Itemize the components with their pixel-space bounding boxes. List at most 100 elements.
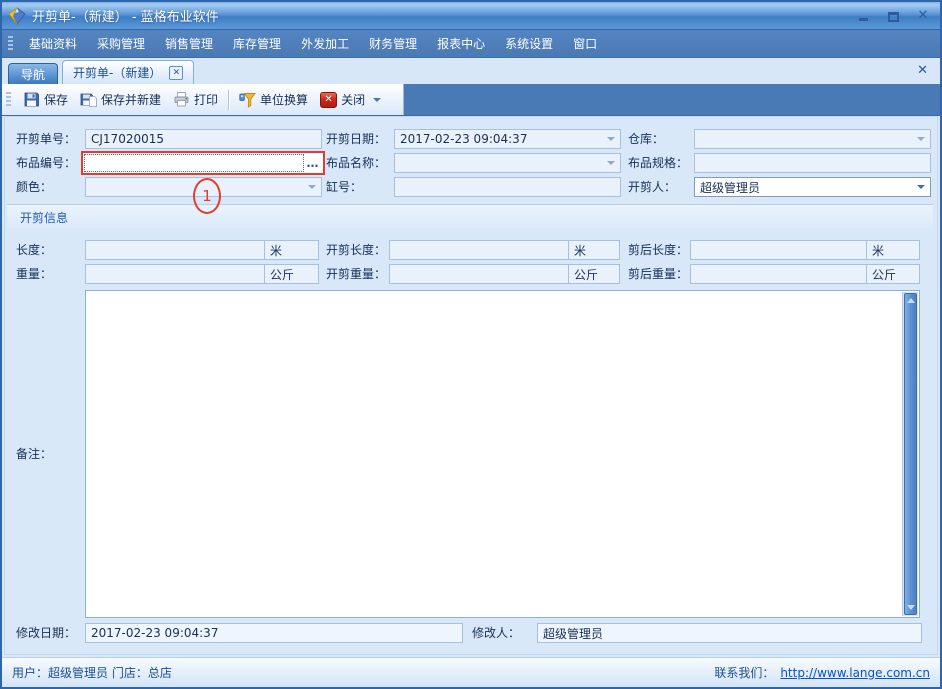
menu-purchase[interactable]: 采购管理 [87,31,155,56]
tab-cut-order[interactable]: 开剪单-（新建） ✕ [62,60,194,84]
print-button[interactable]: 打印 [167,88,224,111]
cut-info-section-title: 开剪信息 [20,209,68,226]
close-form-button[interactable]: ✕ 关闭 [314,88,387,111]
chevron-down-icon[interactable] [917,185,925,189]
cut-date-field[interactable]: 2017-02-23 09:04:37 [394,129,621,149]
save-button-label: 保存 [44,91,68,108]
unit-convert-button-label: 单位换算 [260,91,308,108]
menu-reports[interactable]: 报表中心 [427,31,495,56]
vat-no-field[interactable] [394,177,621,197]
fabric-no-field-highlighted[interactable]: … [81,151,325,175]
fabric-no-label: 布品编号： [16,153,76,173]
tab-cut-order-label: 开剪单-（新建） [73,64,161,81]
warehouse-select[interactable] [694,129,931,149]
save-and-new-icon [80,91,97,108]
menu-basic-data[interactable]: 基础资料 [19,31,87,56]
after-weight-label: 剪后重量： [628,264,688,284]
fabric-no-input[interactable] [84,154,304,172]
toolbar-grip-icon [6,92,11,108]
weight-label: 重量： [16,264,52,284]
fabric-spec-field[interactable] [694,153,931,173]
unit-convert-icon [239,91,256,108]
save-icon [23,91,40,108]
app-window: 开剪单-（新建） - 蓝格布业软件 ✕ 基础资料 采购管理 销售管理 库存管理 … [0,0,942,689]
window-title: 开剪单-（新建） - 蓝格布业软件 [32,6,856,25]
tab-close-icon[interactable]: ✕ [169,66,183,80]
titlebar: 开剪单-（新建） - 蓝格布业软件 ✕ [2,2,940,30]
after-weight-unit-box: 公斤 [866,264,920,284]
save-and-new-button-label: 保存并新建 [101,91,161,108]
menu-finance[interactable]: 财务管理 [359,31,427,56]
maximize-icon [888,12,899,22]
cutter-select[interactable]: 超级管理员 [694,177,931,197]
cut-length-unit-box: 米 [568,240,620,260]
cutter-label: 开剪人： [628,177,676,197]
warehouse-label: 仓库： [628,129,664,149]
chevron-down-icon[interactable] [308,185,316,189]
cutter-value: 超级管理员 [700,179,760,196]
scroll-up-icon[interactable] [907,298,915,303]
cut-date-value: 2017-02-23 09:04:37 [400,132,527,146]
chevron-down-icon[interactable] [607,137,615,141]
tabstrip-close-icon[interactable]: ✕ [917,63,928,78]
cut-date-label: 开剪日期： [326,129,386,149]
status-bar: 用户：超级管理员 门店：总店 联系我们： http://www.lange.co… [2,657,940,687]
after-length-label: 剪后长度： [628,240,688,260]
tab-navigation[interactable]: 导航 [8,63,58,84]
modify-date-label: 修改日期： [16,623,76,643]
cut-weight-unit-box: 公斤 [568,264,620,284]
remark-label: 备注： [16,444,52,464]
close-form-button-label: 关闭 [341,91,365,108]
after-weight-field[interactable] [690,264,867,284]
length-label: 长度： [16,240,52,260]
length-field[interactable] [85,240,265,260]
cut-weight-field[interactable] [389,264,569,284]
modify-date-value: 2017-02-23 09:04:37 [91,626,218,640]
menu-bar: 基础资料 采购管理 销售管理 库存管理 外发加工 财务管理 报表中心 系统设置 … [2,30,940,58]
length-unit-box: 米 [264,240,319,260]
minimize-icon [859,18,868,21]
menu-inventory[interactable]: 库存管理 [223,31,291,56]
vat-no-label: 缸号： [326,177,362,197]
contact-us-label: 联系我们： [714,664,774,681]
annotation-marker-1: 1 [193,178,221,214]
modifier-field: 超级管理员 [537,623,922,643]
scroll-down-icon[interactable] [907,605,915,610]
cut-order-form: 开剪单号： CJ17020015 开剪日期： 2017-02-23 09:04:… [2,116,940,657]
contact-us-link[interactable]: http://www.lange.com.cn [780,666,930,680]
menu-sales[interactable]: 销售管理 [155,31,223,56]
color-label: 颜色： [16,177,52,197]
chevron-down-icon[interactable] [373,98,381,102]
menu-outsourcing[interactable]: 外发加工 [291,31,359,56]
save-button[interactable]: 保存 [17,88,74,111]
toolbar-separator [228,90,229,110]
maximize-button[interactable] [886,9,900,23]
fabric-name-label: 布品名称： [326,153,386,173]
menu-window[interactable]: 窗口 [563,31,607,56]
order-no-field[interactable]: CJ17020015 [85,129,322,149]
remark-scrollbar[interactable] [902,292,918,616]
fabric-name-select[interactable] [394,153,621,173]
cut-weight-label: 开剪重量： [326,264,386,284]
minimize-button[interactable] [856,9,870,23]
fabric-no-lookup-button[interactable]: … [304,154,322,172]
order-no-label: 开剪单号： [16,129,76,149]
weight-field[interactable] [85,264,265,284]
print-button-label: 打印 [194,91,218,108]
menu-system-settings[interactable]: 系统设置 [495,31,563,56]
remark-textarea[interactable] [85,290,920,618]
after-length-field[interactable] [690,240,867,260]
close-icon: ✕ [918,9,929,23]
save-and-new-button[interactable]: 保存并新建 [74,88,167,111]
remark-scrollbar-thumb[interactable] [904,293,917,615]
chevron-down-icon[interactable] [917,137,925,141]
modify-date-field: 2017-02-23 09:04:37 [85,623,463,643]
after-length-unit-box: 米 [866,240,920,260]
order-no-value: CJ17020015 [91,132,164,146]
cut-length-field[interactable] [389,240,569,260]
cut-info-section-header: 开剪信息 [7,204,933,228]
unit-convert-button[interactable]: 单位换算 [233,88,314,111]
close-button[interactable]: ✕ [916,9,930,23]
cut-length-label: 开剪长度： [326,240,386,260]
chevron-down-icon[interactable] [607,161,615,165]
